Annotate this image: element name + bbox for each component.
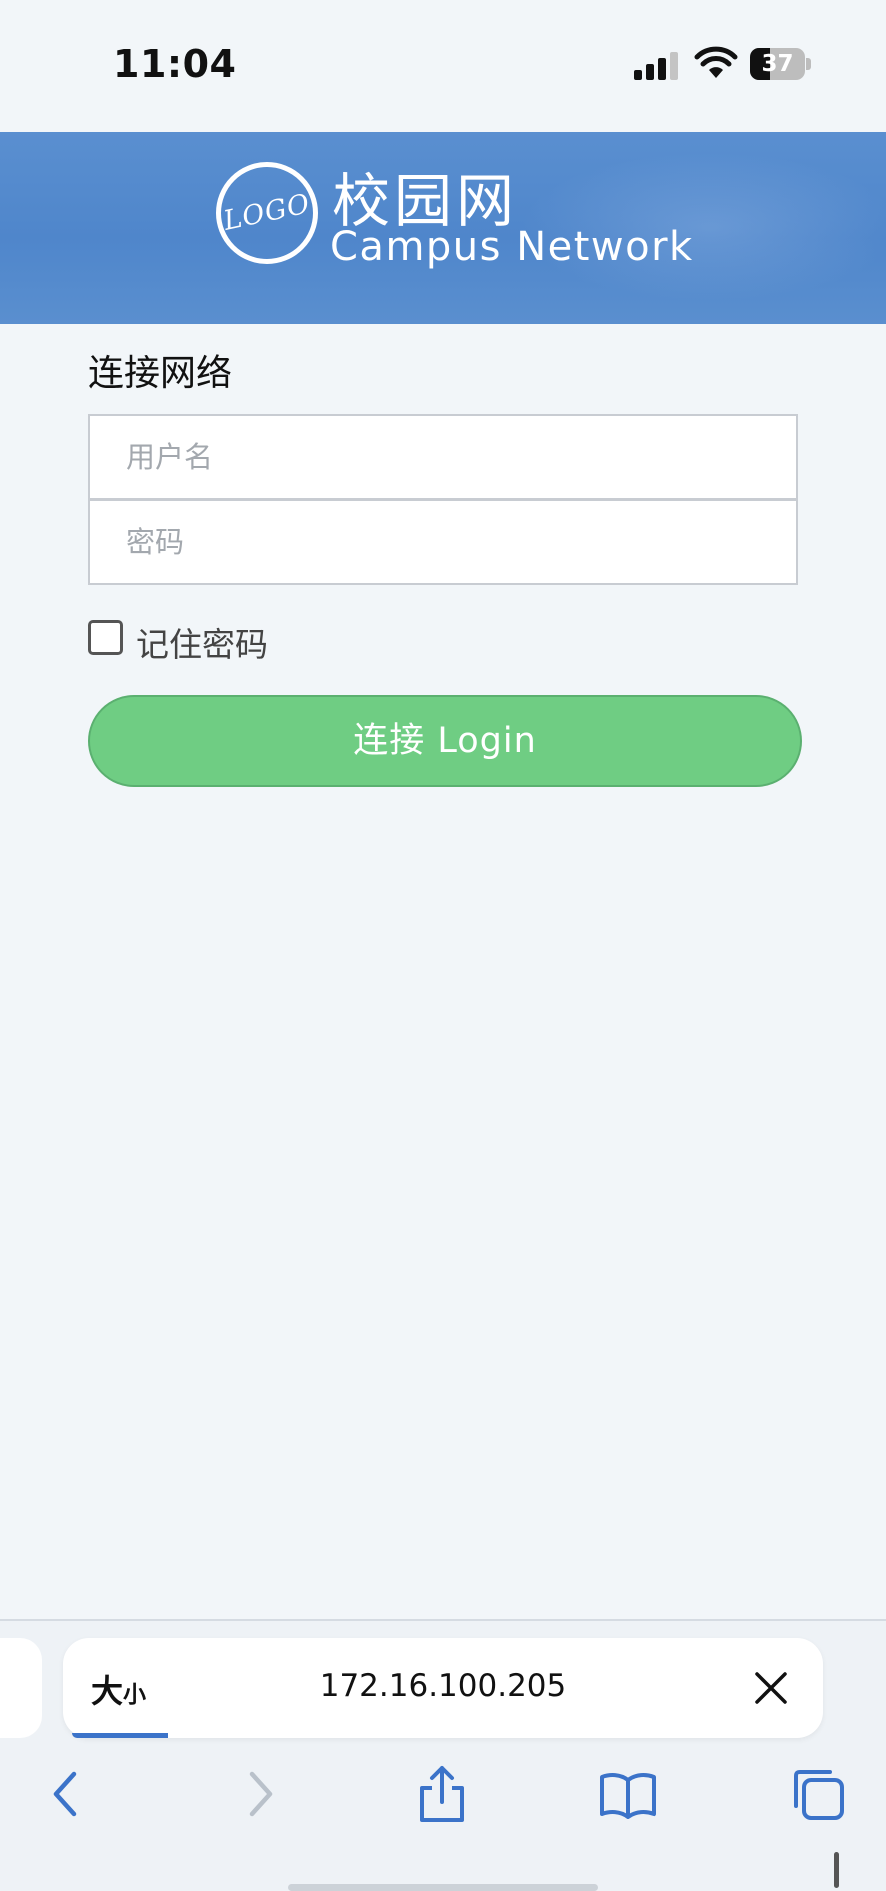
- home-indicator: [288, 1884, 598, 1891]
- logo: LOGO: [216, 162, 318, 264]
- wifi-icon: [694, 46, 738, 78]
- username-input[interactable]: 用户名: [88, 414, 798, 500]
- tabs-icon[interactable]: [788, 1764, 848, 1824]
- battery-icon: 37: [750, 48, 811, 80]
- cellular-signal-icon: [634, 50, 680, 80]
- back-icon[interactable]: [38, 1764, 98, 1824]
- battery-level: 37: [761, 51, 794, 77]
- logo-text: LOGO: [220, 188, 314, 237]
- header-banner: LOGO 校园网 Campus Network: [0, 132, 886, 324]
- site-subtitle: Campus Network: [330, 224, 694, 270]
- bookmarks-icon[interactable]: [598, 1764, 658, 1824]
- remember-password-label: 记住密码: [136, 625, 268, 664]
- address-bar[interactable]: 大小 172.16.100.205: [63, 1638, 823, 1738]
- password-input[interactable]: 密码: [88, 499, 798, 585]
- status-time: 11:04: [113, 42, 237, 86]
- form-title: 连接网络: [88, 353, 233, 394]
- close-icon[interactable]: [753, 1670, 789, 1706]
- url-text[interactable]: 172.16.100.205: [63, 1668, 823, 1704]
- scroll-indicator: [834, 1852, 839, 1888]
- page-load-progress: [72, 1733, 168, 1738]
- status-bar: 11:04 37: [0, 0, 886, 132]
- share-icon[interactable]: [412, 1764, 472, 1824]
- login-button[interactable]: 连接 Login: [88, 695, 802, 787]
- checkbox-box[interactable]: [88, 620, 123, 655]
- previous-tab-peek[interactable]: [0, 1638, 42, 1738]
- forward-icon[interactable]: [228, 1764, 288, 1824]
